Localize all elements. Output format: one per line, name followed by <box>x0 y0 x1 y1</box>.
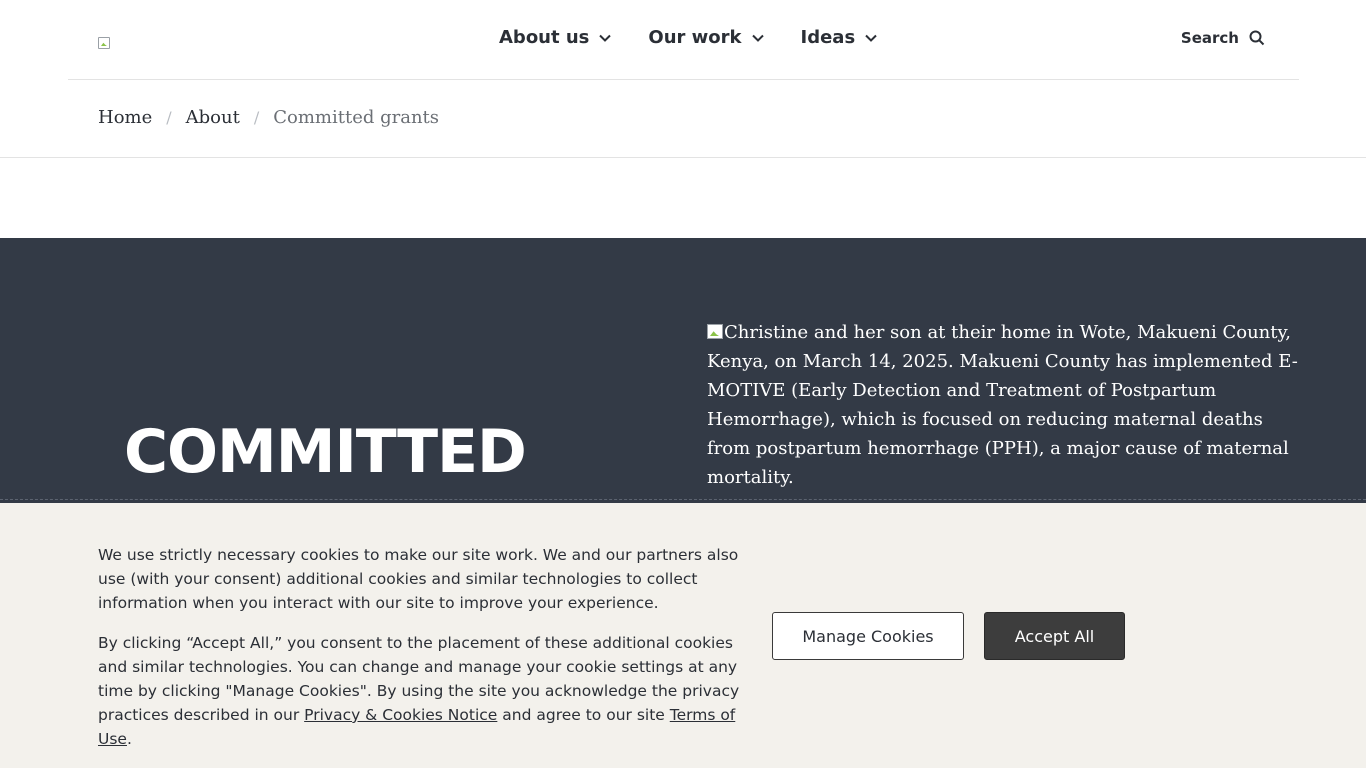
breadcrumb-separator: / <box>253 108 260 127</box>
search-label: Search <box>1180 29 1239 47</box>
breadcrumb-separator: / <box>166 108 172 127</box>
privacy-notice-link[interactable]: Privacy & Cookies Notice <box>304 706 497 724</box>
breadcrumb-current: Committed grants <box>273 107 440 128</box>
cookie-paragraph-2-mid: and agree to our site <box>497 706 670 724</box>
broken-image-icon <box>707 324 723 339</box>
divider <box>0 499 1366 500</box>
search-icon <box>1249 30 1265 46</box>
search-button[interactable]: Search <box>1181 29 1265 47</box>
site-header: About us Our work Ideas Search <box>68 0 1299 80</box>
cookie-banner: We use strictly necessary cookies to mak… <box>0 503 1366 768</box>
breadcrumb-about[interactable]: About <box>186 107 240 128</box>
nav-item-our-work[interactable]: Our work <box>648 27 764 48</box>
chevron-down-icon <box>751 34 764 42</box>
main-nav: About us Our work Ideas <box>499 27 914 48</box>
cookie-paragraph-2-end: . <box>126 730 132 748</box>
cookie-paragraph-2: By clicking “Accept All,” you consent to… <box>98 631 748 751</box>
nav-item-ideas[interactable]: Ideas <box>801 27 879 48</box>
breadcrumb-home[interactable]: Home <box>98 107 152 128</box>
nav-item-about-us[interactable]: About us <box>499 27 612 48</box>
chevron-down-icon <box>865 34 877 42</box>
breadcrumb-bar: Home / About / Committed grants <box>0 80 1366 158</box>
cookie-text: We use strictly necessary cookies to mak… <box>98 543 748 767</box>
breadcrumb: Home / About / Committed grants <box>98 107 439 128</box>
nav-item-label: Our work <box>648 27 742 48</box>
chevron-down-icon <box>599 34 612 42</box>
site-logo[interactable] <box>98 37 114 51</box>
nav-item-label: About us <box>499 27 590 48</box>
page-title: COMMITTED <box>124 417 527 487</box>
hero-image-alt-text: Christine and her son at their home in W… <box>707 322 1298 488</box>
accept-all-button[interactable]: Accept All <box>984 612 1125 660</box>
hero-image: Christine and her son at their home in W… <box>707 318 1307 492</box>
cookie-paragraph-1: We use strictly necessary cookies to mak… <box>98 546 739 612</box>
manage-cookies-button[interactable]: Manage Cookies <box>772 612 964 660</box>
broken-image-icon <box>98 37 110 49</box>
nav-item-label: Ideas <box>800 27 856 48</box>
